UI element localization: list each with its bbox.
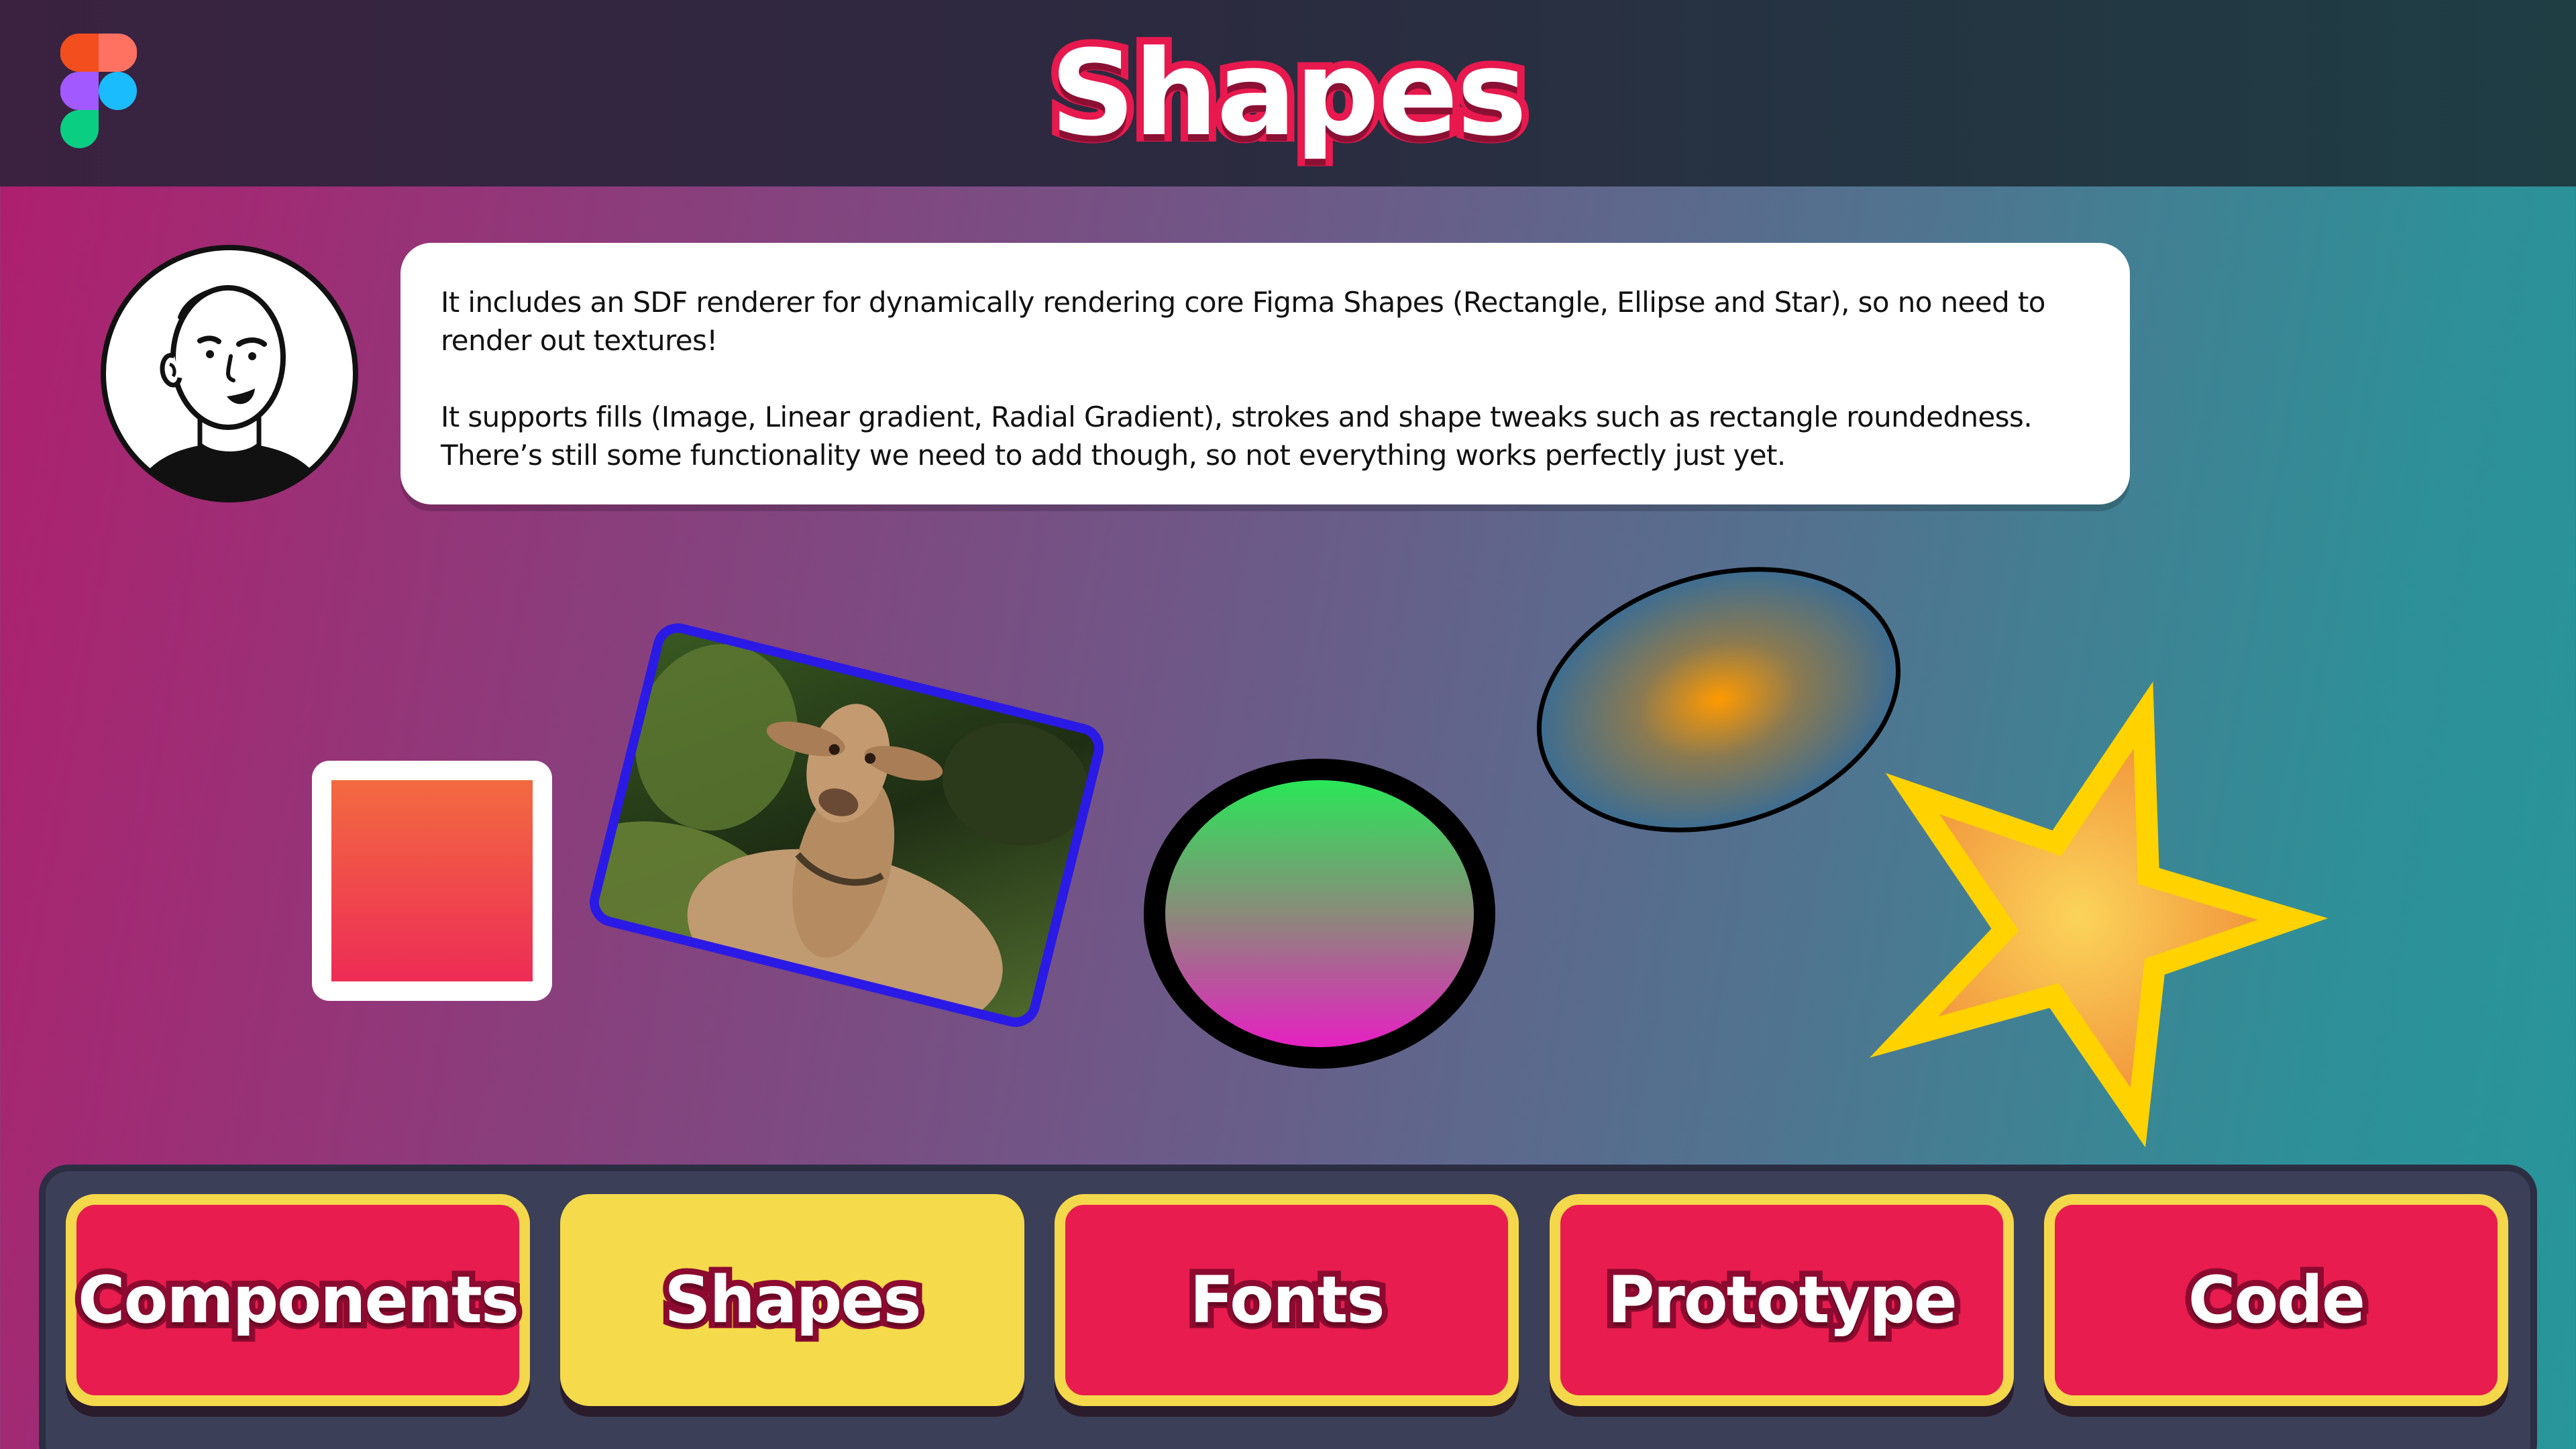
- nav-button-code[interactable]: Code: [2044, 1194, 2508, 1406]
- gradient-rectangle-shape[interactable]: [312, 761, 552, 1001]
- gradient-star-shape[interactable]: [1870, 682, 2328, 1148]
- nav-label-shapes: Shapes: [658, 1256, 927, 1344]
- nav-button-components[interactable]: Components: [66, 1194, 530, 1406]
- nav-label-fonts: Fonts: [1183, 1256, 1391, 1344]
- nav-label-code: Code: [2182, 1256, 2371, 1344]
- nav-label-prototype: Prototype: [1601, 1256, 1964, 1344]
- speech-bubble: It includes an SDF renderer for dynamica…: [400, 243, 2130, 504]
- nav-button-shapes[interactable]: Shapes: [560, 1194, 1024, 1406]
- radial-gradient-ellipse-shape[interactable]: [1507, 527, 1931, 872]
- linear-gradient-ellipse-shape[interactable]: [1144, 759, 1495, 1069]
- goat-image-rectangle-shape[interactable]: [544, 615, 1104, 1075]
- presenter-avatar-icon: [101, 245, 358, 502]
- nav-label-components: Components: [72, 1256, 525, 1344]
- bubble-paragraph-2: It supports fills (Image, Linear gradien…: [441, 400, 2033, 472]
- nav-button-prototype[interactable]: Prototype: [1550, 1194, 2014, 1406]
- nav-button-fonts[interactable]: Fonts: [1055, 1194, 1519, 1406]
- bubble-paragraph-1: It includes an SDF renderer for dynamica…: [441, 286, 2045, 357]
- page-title: Shapes: [1043, 17, 1535, 170]
